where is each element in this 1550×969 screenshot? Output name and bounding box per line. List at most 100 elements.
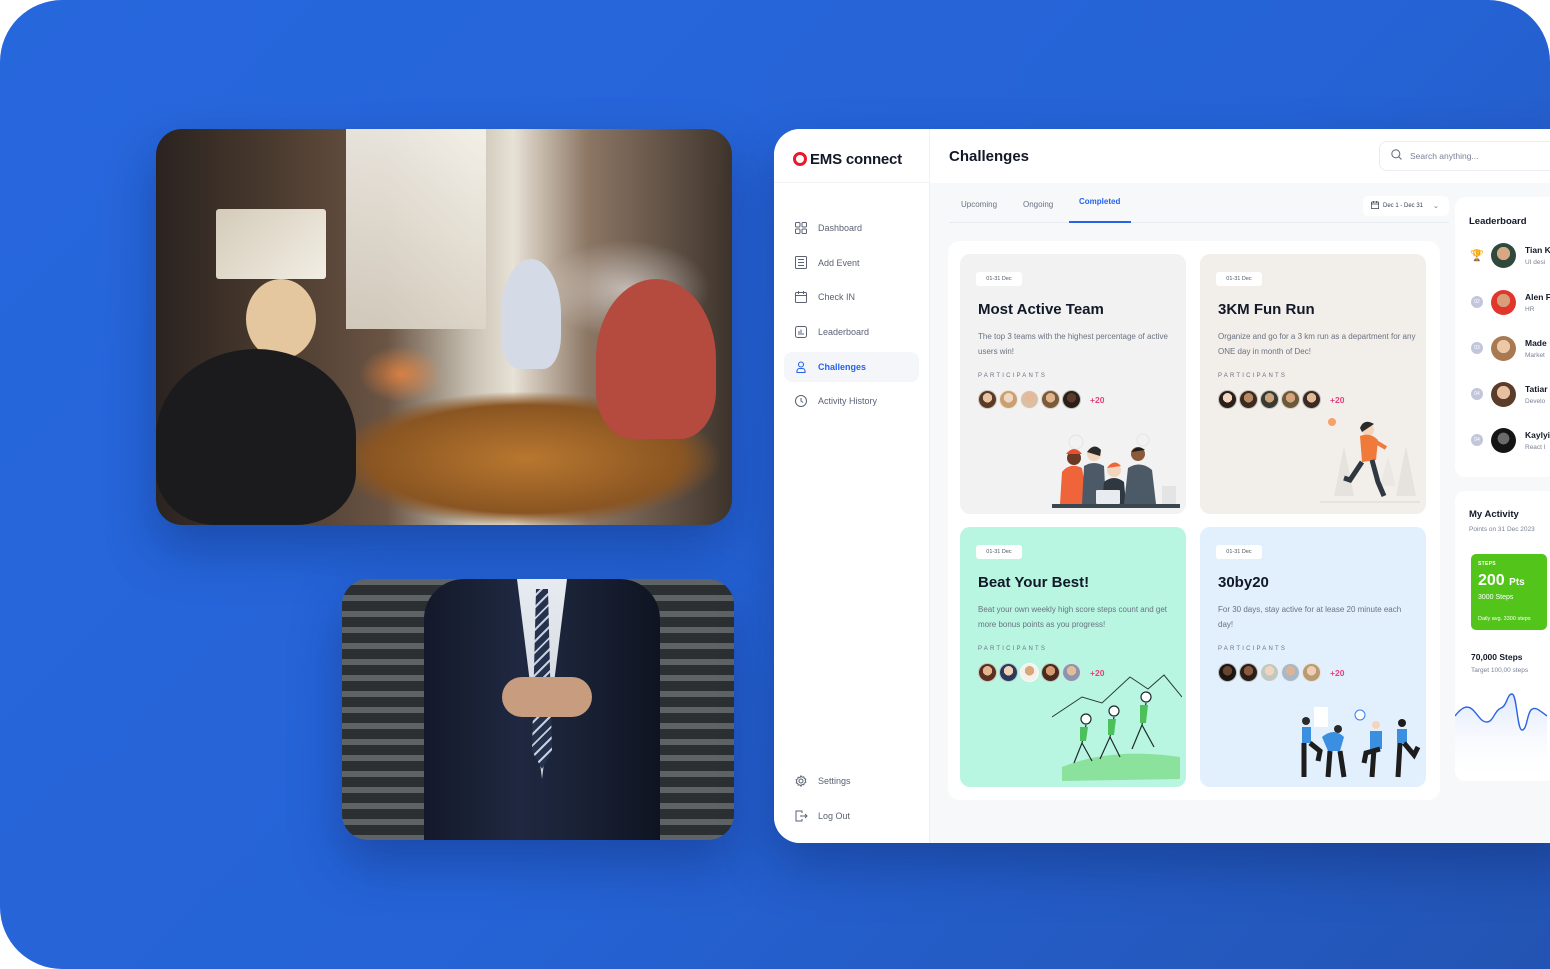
date-range-label: Dec 1 - Dec 31 (1383, 203, 1424, 209)
activity-sparkline (1455, 693, 1548, 781)
avatar (1491, 335, 1516, 361)
avatar (999, 390, 1018, 409)
avatar (1020, 390, 1039, 409)
avatar (1239, 663, 1258, 682)
challenge-title: 3KM Fun Run (1218, 301, 1315, 318)
active-tab-indicator (1069, 221, 1131, 223)
search-icon (1391, 147, 1402, 165)
date-range-filter[interactable]: Dec 1 - Dec 31 ⌄ (1363, 196, 1449, 216)
challenge-card[interactable]: 01-31 Dec 3KM Fun Run Organize and go fo… (1200, 254, 1426, 514)
chevron-down-icon: ⌄ (1433, 203, 1439, 210)
sidebar-item-label: Activity History (818, 396, 878, 407)
photo-attendee (501, 259, 561, 369)
more-participants-count: +20 (1090, 394, 1105, 405)
sidebar-item-label: Leaderboard (818, 327, 870, 338)
participant-avatars: +20 (1218, 390, 1344, 409)
sidebar-item-check-in[interactable]: Check IN (784, 282, 919, 312)
sidebar-item-settings[interactable]: Settings (784, 766, 919, 796)
avatar (999, 663, 1018, 682)
leaderboard-row[interactable]: 02 Alen F HR (1471, 289, 1550, 315)
leaderboard-name: Made (1525, 337, 1547, 348)
team-laptop-illustration (1052, 433, 1180, 508)
brand-name: EMS connect (810, 150, 902, 168)
sidebar-item-leaderboard[interactable]: Leaderboard (784, 317, 919, 347)
leaderboard-role: React I (1525, 443, 1546, 451)
participants-label: PARTICIPANTS (1218, 646, 1288, 652)
leaderboard-name: Tatiar (1525, 383, 1548, 394)
background-canvas: EMS connect Dashboard Add Event Check IN… (0, 0, 1550, 969)
leaderboard-name: Alen F (1525, 291, 1550, 302)
participants-label: PARTICIPANTS (1218, 373, 1288, 379)
date-badge: 01-31 Dec (1216, 545, 1262, 559)
activity-subtitle: Points on 31 Dec 2023 (1469, 526, 1535, 533)
avatar (1239, 390, 1258, 409)
challenge-description: Beat your own weekly high score steps co… (978, 605, 1167, 629)
sidebar-bottom-nav: Settings Log Out (784, 766, 919, 835)
tab-upcoming[interactable]: Upcoming (961, 200, 997, 222)
logo-ring-icon (793, 152, 807, 166)
challenge-description: Organize and go for a 3 km run as a depa… (1218, 332, 1416, 356)
challenges-grid: 01-31 Dec Most Active Team The top 3 tea… (948, 241, 1440, 800)
avatar (1281, 390, 1300, 409)
points-value: 200 Pts (1478, 572, 1525, 590)
leaderboard-title: Leaderboard (1469, 216, 1527, 227)
photo-attendee (156, 349, 356, 525)
avatar (1281, 663, 1300, 682)
sidebar-item-challenges[interactable]: Challenges (784, 351, 919, 382)
challenge-card[interactable]: 01-31 Dec Most Active Team The top 3 tea… (960, 254, 1186, 514)
total-steps: 70,000 Steps (1471, 652, 1523, 662)
leaderboard-row[interactable]: 04 Kaylyi React I (1471, 427, 1550, 453)
date-badge: 01-31 Dec (976, 545, 1022, 559)
gear-icon (794, 774, 808, 788)
photo-presentation-screen (216, 209, 326, 279)
avatar (1218, 663, 1237, 682)
avatar (1302, 390, 1321, 409)
photo-hands (502, 677, 592, 717)
leaderboard-name: Tian K (1525, 244, 1550, 255)
challenge-title: Most Active Team (978, 301, 1104, 318)
participants-label: PARTICIPANTS (978, 373, 1048, 379)
sidebar-item-dashboard[interactable]: Dashboard (784, 213, 919, 243)
avatar (1020, 663, 1039, 682)
sidebar-item-activity-history[interactable]: Activity History (784, 386, 919, 416)
logout-icon (794, 809, 808, 823)
search-input[interactable] (1410, 151, 1530, 161)
steps-label: STEPS (1478, 561, 1496, 567)
avatar (978, 663, 997, 682)
challenge-card[interactable]: 01-31 Dec Beat Your Best! Beat your own … (960, 527, 1186, 787)
steps-points-card[interactable]: STEPS 200 Pts 3000 Steps Daily avg. 3300… (1471, 554, 1547, 630)
grid-icon (794, 221, 808, 235)
challenge-title: Beat Your Best! (978, 574, 1090, 591)
sidebar-item-label: Dashboard (818, 223, 863, 233)
runner-illustration (1320, 418, 1420, 503)
avatar (1260, 390, 1279, 409)
leaderboard-row[interactable]: 04 Tatiar Develo (1471, 381, 1550, 407)
sidebar-item-add-event[interactable]: Add Event (784, 248, 919, 278)
tab-completed[interactable]: Completed (1079, 197, 1120, 219)
chart-icon (794, 325, 808, 339)
sidebar-nav: Dashboard Add Event Check IN Leaderboard… (784, 213, 919, 421)
leaderboard-row[interactable]: 03 Made Market (1471, 335, 1550, 361)
avatar (1491, 427, 1516, 453)
points-number: 200 (1478, 572, 1505, 589)
sidebar-item-label: Challenges (818, 361, 867, 372)
rank-badge: 04 (1471, 388, 1483, 400)
challenge-card[interactable]: 01-31 Dec 30by20 For 30 days, stay activ… (1200, 527, 1426, 787)
sidebar-item-logout[interactable]: Log Out (784, 801, 919, 831)
challenge-description: For 30 days, stay active for at lease 20… (1218, 605, 1402, 629)
brand-logo[interactable]: EMS connect (793, 149, 902, 169)
businessman-photo (342, 579, 734, 840)
search-box[interactable] (1379, 141, 1550, 171)
avatar (1218, 390, 1237, 409)
avatar (1062, 390, 1081, 409)
participant-avatars: +20 (1218, 663, 1344, 682)
trophy-icon: 🏆 (1470, 249, 1484, 262)
photo-presenter (246, 279, 316, 359)
leaderboard-row[interactable]: 🏆 Tian K UI desi (1470, 242, 1550, 268)
sidebar-item-label: Add Event (818, 257, 860, 268)
topbar: Challenges (930, 129, 1550, 183)
tab-ongoing[interactable]: Ongoing (1023, 200, 1053, 222)
meeting-photo (156, 129, 732, 525)
sidebar: EMS connect Dashboard Add Event Check IN… (774, 129, 930, 843)
calendar-icon (1370, 201, 1380, 211)
